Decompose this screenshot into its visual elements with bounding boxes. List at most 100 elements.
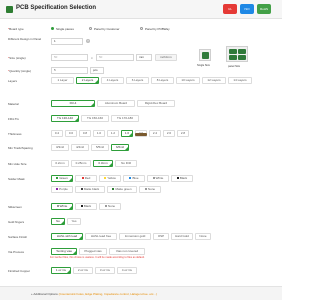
board-type-option-panel-pcbway[interactable]: Panel by PCBWay: [145, 27, 170, 31]
solder-mask-option-matte-black[interactable]: Matte black: [75, 186, 105, 193]
solder-mask-option-matte-green[interactable]: Matte green: [107, 186, 137, 193]
rohs-certification-badge: RoHS: [257, 4, 271, 14]
layers-option-8[interactable]: 8 Layers: [151, 77, 174, 84]
hole-option-no-drill[interactable]: No Drill: [115, 160, 137, 167]
hole-option-0-25[interactable]: 0.25mm: [71, 160, 91, 167]
thickness-option-1-2[interactable]: 1.2: [107, 130, 119, 137]
size-label: *Size (single): [8, 56, 26, 60]
ul-certification-badge: UL: [223, 4, 237, 14]
thickness-option-0-8[interactable]: 0.8: [79, 130, 91, 137]
size-height-input[interactable]: 50: [96, 54, 134, 61]
trace-option-4-4[interactable]: 4/4mil: [71, 144, 89, 151]
layers-label: Layers: [8, 79, 18, 83]
different-design-help-icon[interactable]: ?: [86, 39, 90, 43]
size-times-symbol: ×: [91, 56, 93, 60]
finished-copper-option-2oz[interactable]: 2 oz Cu: [73, 267, 93, 274]
size-width-input[interactable]: 50: [51, 54, 88, 61]
gold-fingers-option-yes[interactable]: Yes: [67, 218, 81, 225]
page-title: PCB Specification Selection: [16, 5, 97, 11]
silkscreen-option-white[interactable]: White: [51, 203, 73, 210]
layers-option-14[interactable]: 14 Layers: [228, 77, 252, 84]
solder-mask-option-purple[interactable]: Purple: [51, 186, 73, 193]
header-bar: PCB Specification Selection UL ISO RoHS: [0, 0, 282, 19]
iso-certification-badge: ISO: [240, 4, 254, 14]
quantity-label: *Quantity (single): [8, 69, 32, 73]
layers-option-12[interactable]: 12 Layers: [202, 77, 226, 84]
trace-option-5-5[interactable]: 5/5mil: [91, 144, 109, 151]
hole-label: Min Hole Size: [8, 162, 27, 166]
material-option-aluminum[interactable]: Aluminum Board: [97, 100, 135, 107]
additional-options-bar[interactable]: + Additional Options (Countersink holes,…: [0, 286, 282, 300]
via-process-note: For Gerber files, this choice is useless…: [50, 256, 145, 259]
solder-mask-option-red[interactable]: Red: [75, 175, 97, 182]
single-size-preview: [199, 49, 211, 61]
surface-finish-label: Surface Finish: [8, 235, 28, 239]
quantity-unit: pcs: [90, 67, 104, 74]
solder-mask-option-none[interactable]: None: [139, 186, 161, 193]
fr4-tg-option-170[interactable]: TG 170-180: [111, 115, 139, 122]
different-design-label: Different Design in Panel: [8, 37, 42, 41]
via-process-label: Via Process: [8, 250, 24, 254]
layers-option-2[interactable]: 2 Layers: [76, 77, 99, 84]
solder-mask-option-green[interactable]: Green: [51, 175, 73, 182]
solder-mask-option-black[interactable]: Black: [171, 175, 193, 182]
via-process-option-tenting[interactable]: Tenting vias: [51, 248, 77, 255]
material-label: Material: [8, 102, 19, 106]
board-type-radio-single[interactable]: [51, 27, 54, 30]
silkscreen-option-none[interactable]: None: [99, 203, 121, 210]
size-unit-toggle-button[interactable]: inch/mm: [155, 54, 177, 61]
thickness-option-2-8[interactable]: 2.8: [177, 130, 189, 137]
solder-mask-option-white[interactable]: White: [147, 175, 169, 182]
thickness-option-2-4[interactable]: 2.4: [149, 130, 161, 137]
board-type-option-single[interactable]: Single pieces: [56, 27, 74, 31]
additional-options-toggle[interactable]: + Additional Options (Countersink holes,…: [31, 292, 157, 296]
gold-fingers-option-no[interactable]: No: [51, 218, 65, 225]
surface-finish-option-immersion-gold[interactable]: Immersion gold: [119, 233, 151, 240]
thickness-option-0-6[interactable]: 0.6: [65, 130, 77, 137]
silkscreen-option-black[interactable]: Black: [75, 203, 97, 210]
surface-finish-option-hard-gold[interactable]: Hard Gold: [171, 233, 193, 240]
solder-mask-option-blue[interactable]: Blue: [123, 175, 145, 182]
layers-option-1[interactable]: 1 Layer: [51, 77, 74, 84]
different-design-input[interactable]: 1: [51, 38, 83, 45]
material-option-rigid-flex[interactable]: Rigid-Flex Board: [137, 100, 175, 107]
via-process-option-plugged[interactable]: Plugged vias: [79, 248, 107, 255]
hole-option-0-2[interactable]: 0.2mm: [51, 160, 69, 167]
single-size-caption: Single Size: [197, 64, 210, 67]
panel-size-caption: panel Size: [228, 65, 241, 68]
silkscreen-label: Silkscreen: [8, 205, 22, 209]
panel-size-preview: [226, 46, 248, 62]
surface-finish-option-osp[interactable]: OSP: [153, 233, 169, 240]
gold-fingers-label: Gold fingers: [8, 220, 25, 224]
via-process-option-not-covered[interactable]: Vias not covered: [109, 248, 145, 255]
board-type-radio-panel-pcbway[interactable]: [140, 27, 143, 30]
solder-mask-option-yellow[interactable]: Yellow: [99, 175, 121, 182]
quantity-select[interactable]: 5: [51, 67, 88, 74]
layers-option-10[interactable]: 10 Layers: [176, 77, 200, 84]
thickness-label: Thickness: [8, 132, 22, 136]
thickness-option-2-6[interactable]: 2.6: [163, 130, 175, 137]
hole-option-0-3[interactable]: 0.3mm: [93, 160, 113, 167]
solder-mask-label: Solder Mask: [8, 177, 25, 181]
trace-option-3-3[interactable]: 3/3mil: [51, 144, 69, 151]
finished-copper-option-1oz[interactable]: 1 oz Cu: [51, 267, 71, 274]
thickness-option-1-0[interactable]: 1.0: [93, 130, 105, 137]
size-unit: mm: [136, 54, 152, 61]
thickness-option-0-4[interactable]: 0.4: [51, 130, 63, 137]
layers-option-4[interactable]: 4 Layers: [101, 77, 124, 84]
material-option-fr4[interactable]: FR-4: [51, 100, 95, 107]
thickness-board-illustration: [135, 133, 147, 136]
board-type-option-panel-customer[interactable]: Panel by Customer: [94, 27, 120, 31]
layers-option-6[interactable]: 6 Layers: [126, 77, 149, 84]
finished-copper-option-4oz[interactable]: 4 oz Cu: [117, 267, 137, 274]
fr4-tg-option-150[interactable]: TG 150-160: [81, 115, 109, 122]
board-type-radio-panel-customer[interactable]: [89, 27, 92, 30]
surface-finish-option-none[interactable]: None: [195, 233, 211, 240]
thickness-option-1-6[interactable]: 1.6: [121, 130, 133, 137]
additional-options-hint: (Countersink holes, Edge Plating, Impeda…: [58, 292, 157, 296]
surface-finish-option-hasl-lead-free[interactable]: HASL lead free: [85, 233, 117, 240]
surface-finish-option-hasl-lead[interactable]: HASL with lead: [51, 233, 83, 240]
fr4-tg-option-130[interactable]: TG 130-140: [51, 115, 79, 122]
trace-option-6-6[interactable]: 6/6mil: [111, 144, 129, 151]
finished-copper-option-3oz[interactable]: 3 oz Cu: [95, 267, 115, 274]
